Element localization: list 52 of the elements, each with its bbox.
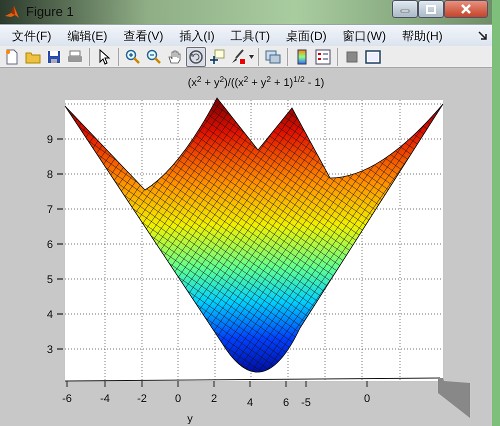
x-tick-label: 4 xyxy=(246,397,254,409)
maximize-icon xyxy=(426,4,436,14)
plot-title: (x$^{2}$ + y$^{2}$)/((x$^{2}$ + y$^{2}$ + 1)$^{1/2}$ - 1) xyxy=(186,74,326,91)
menu-item[interactable]: 文件(F) xyxy=(4,26,60,44)
axes-frame-icon xyxy=(365,48,381,64)
hand-icon xyxy=(167,48,183,64)
x-tick-label: -6 xyxy=(62,393,72,405)
save-icon xyxy=(46,48,62,64)
legend-button[interactable] xyxy=(313,46,333,66)
data-cursor-button[interactable] xyxy=(207,46,227,66)
app-logo-icon xyxy=(4,4,20,20)
z-tick-label: 3 xyxy=(46,344,53,356)
zoom-out-icon xyxy=(146,48,162,64)
menu-item[interactable]: 编辑(E) xyxy=(59,26,116,44)
x-tick-label: 0 xyxy=(364,393,370,405)
zoom-in-icon xyxy=(125,48,141,64)
axis-label: y xyxy=(187,413,193,424)
x-tick-label: -4 xyxy=(100,393,110,405)
z-tick-label: 6 xyxy=(46,239,53,251)
z-tick-label: 8 xyxy=(46,169,53,181)
axis-corner-drawing xyxy=(438,378,470,418)
legend-icon xyxy=(315,48,331,64)
caret-icon[interactable] xyxy=(249,55,254,60)
z-tick-label: 4 xyxy=(46,309,53,321)
rotate-icon xyxy=(188,48,204,64)
z-tick-label: 7 xyxy=(46,204,53,216)
z-tick-label: 5 xyxy=(46,274,53,286)
menu-item[interactable]: 查看(V) xyxy=(115,26,172,44)
close-button[interactable] xyxy=(444,0,488,18)
menu-item[interactable]: 工具(T) xyxy=(222,26,278,44)
printer-icon xyxy=(67,48,83,64)
maximize-button[interactable] xyxy=(418,0,444,18)
new-file-icon xyxy=(4,48,20,64)
menu-item[interactable]: 帮助(H) xyxy=(394,26,451,44)
square-icon xyxy=(344,48,360,64)
x-tick-label: 6 xyxy=(282,397,290,409)
menu-item[interactable]: 桌面(D) xyxy=(278,26,335,44)
rotate-button[interactable] xyxy=(186,46,206,66)
close-icon xyxy=(461,4,471,14)
dock-arrow-icon[interactable] xyxy=(478,31,488,42)
brush-icon xyxy=(230,48,246,64)
z-tick-label: 9 xyxy=(46,134,53,146)
window-title: Figure 1 xyxy=(26,3,74,22)
x-tick-label: -2 xyxy=(137,393,147,405)
x-tick-label: -5 xyxy=(301,397,311,409)
menu-item[interactable]: 窗口(W) xyxy=(334,26,394,44)
x-tick-label: 2 xyxy=(210,393,218,405)
data-cursor-icon xyxy=(209,48,225,64)
minimize-button[interactable] xyxy=(392,0,418,18)
menu-item[interactable]: 插入(I) xyxy=(171,26,223,44)
linked-plot-icon xyxy=(265,48,281,64)
x-tick-label: 0 xyxy=(174,393,182,405)
